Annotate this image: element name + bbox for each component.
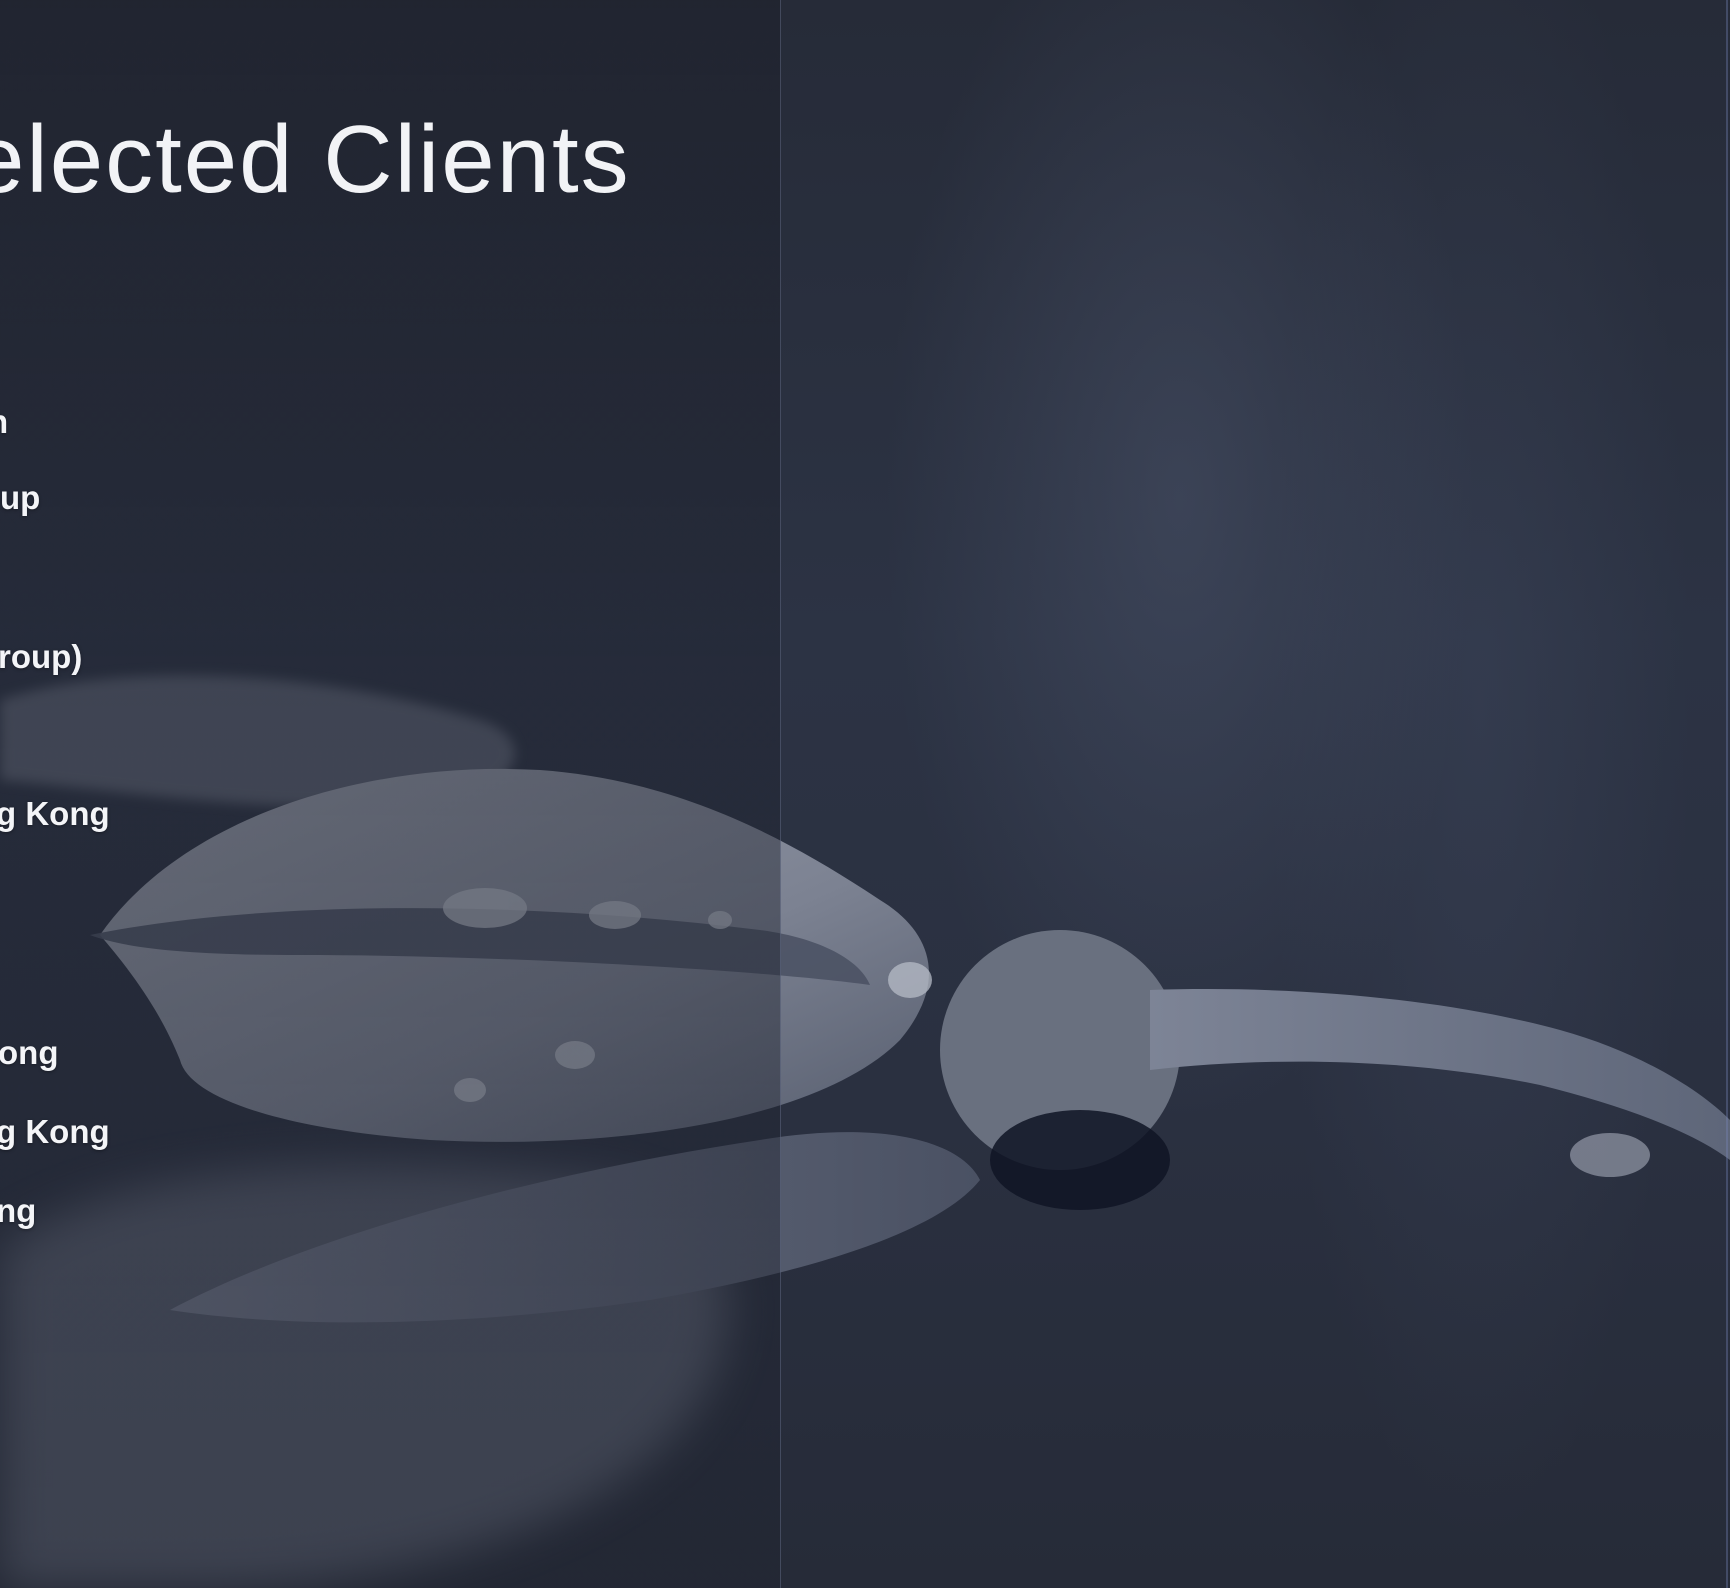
client-item: n [0, 405, 8, 438]
client-item: up [0, 479, 41, 516]
content-panel [0, 0, 781, 1588]
client-item: ng [0, 1192, 37, 1229]
client-item: roup) [0, 638, 83, 675]
page: elected Clients n up roup) g Kong j ong … [0, 0, 1730, 1588]
page-title: elected Clients [0, 106, 631, 213]
edge-divider [1726, 0, 1728, 1588]
client-item: ong [0, 1034, 59, 1071]
client-item: g Kong [0, 1113, 110, 1150]
client-item: g Kong [0, 795, 110, 832]
